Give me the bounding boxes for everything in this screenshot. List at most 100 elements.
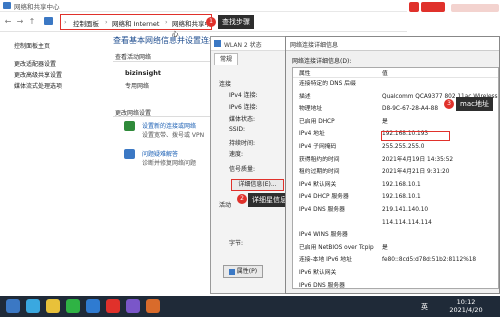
list-item[interactable]: 连接-本地 IPv6 地址 fe80::8cd5:d78d:51b2:8112%1… <box>293 256 498 264</box>
advanced-sharing-settings-link[interactable]: 更改高级共享设置 <box>14 70 62 79</box>
browser-badge[interactable] <box>421 2 445 12</box>
ipv4-connection-label: IPv4 连接: <box>229 92 258 99</box>
back-arrow-icon[interactable]: ← <box>3 16 13 27</box>
browser-tab[interactable] <box>451 4 499 12</box>
activity-heading: 活动 <box>219 202 232 209</box>
control-panel-home-link[interactable]: 控制面板主页 <box>14 41 50 50</box>
speed-label: 速度: <box>229 151 244 158</box>
breadcrumb[interactable]: › 控制面板 › 网络和 Internet › 网络和共享中心 <box>60 14 212 38</box>
property-cell: IPv6 默认网关 <box>299 270 337 276</box>
connection-heading: 连接 <box>219 81 232 88</box>
start-icon[interactable] <box>6 299 20 313</box>
troubleshoot-link[interactable]: 问题疑难解答 <box>142 149 178 158</box>
list-header: 属性 值 <box>293 70 498 79</box>
app-icon[interactable] <box>106 299 120 313</box>
details-subtitle: 网络连接详细信息(D): <box>292 58 352 65</box>
property-cell: IPv4 WINS 服务器 <box>299 232 348 239</box>
wlan-dialog-header: WLAN 2 状态 <box>211 37 291 51</box>
list-item[interactable]: IPv4 子网掩码 255.255.255.0 <box>293 143 498 151</box>
annotation-label-1: 查找步骤 <box>218 15 254 29</box>
window-title: 网络和共享中心 <box>14 3 60 11</box>
troubleshoot-desc: 诊断并修复网络问题 <box>142 160 197 167</box>
app-icon[interactable] <box>126 299 140 313</box>
clock[interactable]: 10:12 2021/4/20 <box>446 298 486 314</box>
list-item[interactable]: IPv6 默认网关 <box>293 269 498 277</box>
browser-icon[interactable] <box>409 2 419 12</box>
property-cell: IPv6 DNS 服务器 <box>299 282 345 289</box>
folder-icon[interactable] <box>46 299 60 313</box>
ssid-label: SSID: <box>229 126 246 133</box>
property-cell: IPv4 子网掩码 <box>299 144 337 150</box>
annotation-number-3: 3 <box>444 99 454 109</box>
property-cell: 已启用 NetBIOS over Tcpip <box>299 244 374 251</box>
details-button[interactable]: 详细信息(E)... <box>231 179 284 191</box>
wechat-icon[interactable] <box>66 299 80 313</box>
list-item[interactable]: IPv4 DNS 服务器 219.141.140.10 <box>293 206 498 214</box>
duration-label: 持续时间: <box>229 140 256 147</box>
tab-general[interactable]: 常规 <box>214 53 238 65</box>
network-details-dialog: 网络连接详细信息 网络连接详细信息(D): 属性 值 连接特定的 DNS 后缀描… <box>285 36 500 294</box>
qq-icon[interactable] <box>86 299 100 313</box>
property-cell: 租约过期的时间 <box>299 169 340 176</box>
property-cell: 获得租约的时间 <box>299 156 340 163</box>
value-cell: 219.141.140.10 <box>382 207 429 213</box>
list-item[interactable]: 114.114.114.114 <box>293 219 498 227</box>
input-language[interactable]: 英 <box>421 302 428 312</box>
list-item[interactable]: 连接特定的 DNS 后缀 <box>293 80 498 88</box>
forward-arrow-icon[interactable]: → <box>15 16 25 27</box>
wlan-dialog-title: WLAN 2 状态 <box>224 42 262 49</box>
breadcrumb-separator: › <box>64 18 67 26</box>
property-cell: 连接-本地 IPv6 地址 <box>299 257 352 264</box>
list-item[interactable]: IPv4 默认网关 192.168.10.1 <box>293 181 498 189</box>
value-cell: 255.255.255.0 <box>382 144 425 150</box>
media-state-label: 媒体状态: <box>229 116 256 123</box>
annotation-number-1: 1 <box>206 17 216 27</box>
list-item[interactable]: 已启用 NetBIOS over Tcpip 是 <box>293 244 498 252</box>
network-icon <box>3 2 11 9</box>
annotation-label-3: mac地址 <box>456 97 493 111</box>
setup-new-connection-link[interactable]: 设置新的连接或网络 <box>142 121 196 130</box>
property-cell: 连接特定的 DNS 后缀 <box>299 81 356 87</box>
list-item[interactable]: IPv6 DNS 服务器 <box>293 282 498 289</box>
details-dialog-title: 网络连接详细信息 <box>290 42 339 49</box>
bytes-label: 字节: <box>229 240 244 247</box>
network-name: bizinsight <box>125 69 162 77</box>
value-cell: 192.168.10.1 <box>382 181 421 188</box>
mac-address-highlight <box>381 131 450 141</box>
clock-time: 10:12 <box>456 298 476 306</box>
page-title: 查看基本网络信息并设置连接 <box>113 36 217 45</box>
value-cell: fe80::8cd5:d78d:51b2:8112%18 <box>382 257 477 264</box>
setup-new-connection-desc: 设置宽带、拨号或 VPN <box>142 132 205 139</box>
value-cell: 是 <box>382 118 388 125</box>
value-cell: 2021年4月19日 14:35:52 <box>382 156 454 163</box>
shield-icon <box>228 268 235 275</box>
wlan-status-dialog: WLAN 2 状态 常规 连接 IPv4 连接: IPv6 连接: 媒体状态: … <box>210 36 292 294</box>
browser-icon[interactable] <box>26 299 40 313</box>
change-adapter-settings-link[interactable]: 更改适配器设置 <box>14 59 56 68</box>
details-dialog-header: 网络连接详细信息 <box>286 37 499 51</box>
list-item[interactable]: 获得租约的时间 2021年4月19日 14:35:52 <box>293 156 498 164</box>
list-item[interactable]: 租约过期的时间 2021年4月21日 9:31:20 <box>293 168 498 176</box>
breadcrumb-control-panel[interactable]: 控制面板 <box>73 18 99 28</box>
column-header-property[interactable]: 属性 <box>299 70 311 78</box>
properties-button-label: 属性(P) <box>236 268 258 275</box>
property-cell: IPv4 默认网关 <box>299 181 337 188</box>
list-item[interactable]: IPv4 DHCP 服务器 192.168.10.1 <box>293 193 498 201</box>
breadcrumb-network-internet[interactable]: 网络和 Internet <box>112 18 159 28</box>
breadcrumb-separator: › <box>105 18 108 26</box>
troubleshoot-icon <box>124 149 135 159</box>
property-cell: IPv4 地址 <box>299 131 325 138</box>
up-arrow-icon[interactable]: ↑ <box>27 16 37 27</box>
divider <box>113 61 210 62</box>
column-header-value[interactable]: 值 <box>382 70 388 78</box>
control-panel-icon <box>44 17 53 25</box>
properties-button[interactable]: 属性(P) <box>223 265 263 278</box>
list-item[interactable]: IPv4 WINS 服务器 <box>293 231 498 239</box>
left-nav-panel: 控制面板主页 更改适配器设置 更改高级共享设置 媒体流式处理选项 <box>0 32 110 296</box>
media-streaming-options-link[interactable]: 媒体流式处理选项 <box>14 81 62 90</box>
list-item[interactable]: 已启用 DHCP 是 <box>293 118 498 126</box>
value-cell: 是 <box>382 244 388 251</box>
app-icon[interactable] <box>146 299 160 313</box>
annotation-number-2: 2 <box>237 194 247 204</box>
ipv6-connection-label: IPv6 连接: <box>229 104 258 111</box>
